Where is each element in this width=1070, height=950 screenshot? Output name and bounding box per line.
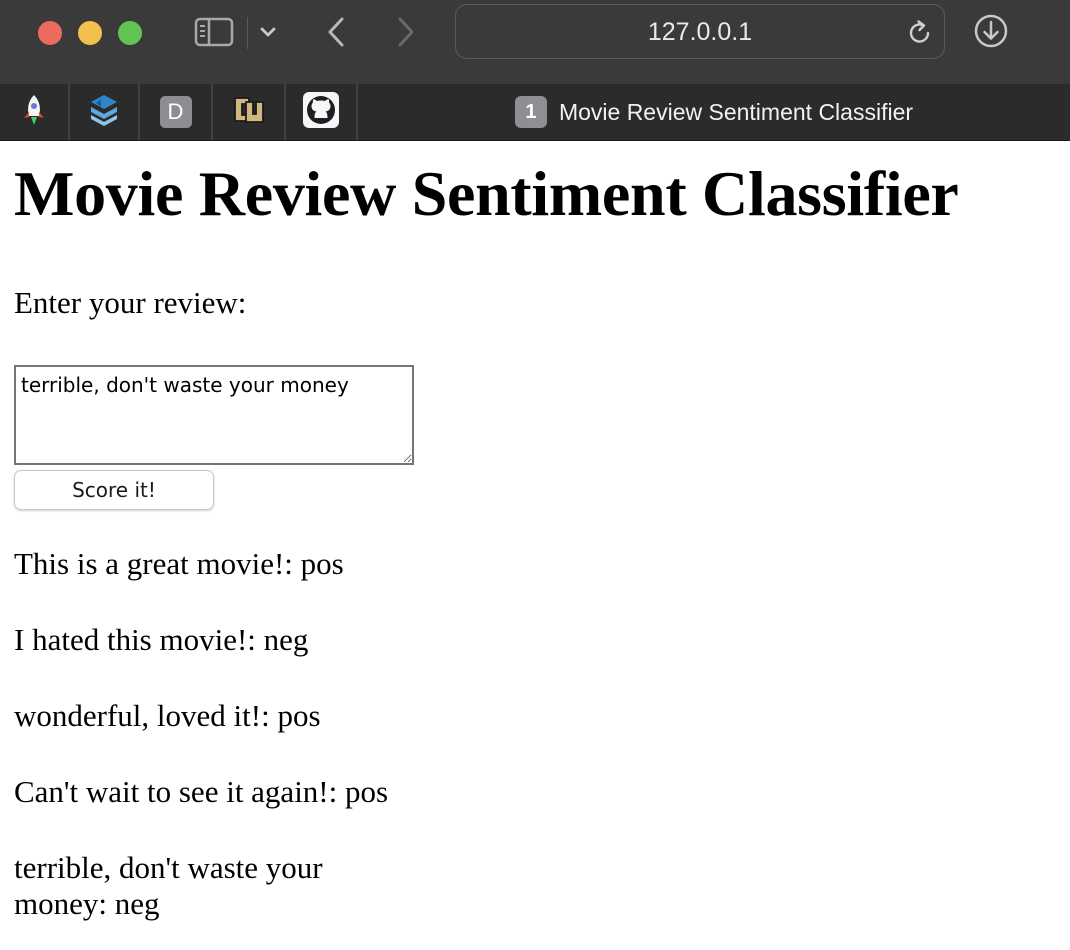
back-arrow-icon[interactable] [320,14,352,50]
cu-logo-icon [232,93,266,132]
review-prompt-label: Enter your review: [14,285,247,320]
sidebar-toggle-icon[interactable] [192,14,236,50]
chevron-down-icon[interactable] [256,20,280,44]
browser-toolbar: 127.0.0.1 [0,0,1070,84]
tab-count-badge: 1 [514,96,547,128]
close-window-button[interactable] [38,21,62,45]
address-bar[interactable]: 127.0.0.1 [455,4,945,59]
tab-title: Movie Review Sentiment Classifier [558,98,914,125]
minimize-window-button[interactable] [78,21,102,45]
forward-arrow-icon[interactable] [390,14,422,50]
zoom-window-button[interactable] [118,21,142,45]
active-tab[interactable]: 1 Movie Review Sentiment Classifier [358,84,1070,140]
d-badge-icon: D [159,96,192,128]
results-list: This is a great movie!: pos I hated this… [14,546,414,922]
reload-icon[interactable] [904,17,936,49]
score-button[interactable]: Score it! [14,470,214,510]
pinned-tab-cu[interactable] [213,84,286,140]
result-item: wonderful, loved it!: pos [14,698,321,733]
result-item: This is a great movie!: pos [14,546,344,581]
tab-strip: D 1 Movie Review Sentiment Classifier [0,84,1070,141]
pinned-tab-d[interactable]: D [140,84,213,140]
result-item: Can't wait to see it again!: pos [14,774,389,809]
toolbar-divider [247,17,248,49]
page-content: Movie Review Sentiment Classifier Enter … [0,155,1070,922]
review-textarea[interactable]: terrible, don't waste your money [14,365,414,465]
result-item: I hated this movie!: neg [14,622,309,657]
url-text[interactable]: 127.0.0.1 [456,5,944,60]
stacked-layers-icon [87,93,121,132]
page-title: Movie Review Sentiment Classifier [14,158,959,229]
pinned-tab-rocket[interactable] [0,84,70,140]
github-icon [303,91,339,133]
pinned-tab-github[interactable] [286,84,358,140]
download-icon[interactable] [972,12,1010,50]
pinned-tab-layers[interactable] [70,84,140,140]
rocket-icon [20,93,48,132]
result-item: terrible, don't waste your money: neg [14,850,323,921]
